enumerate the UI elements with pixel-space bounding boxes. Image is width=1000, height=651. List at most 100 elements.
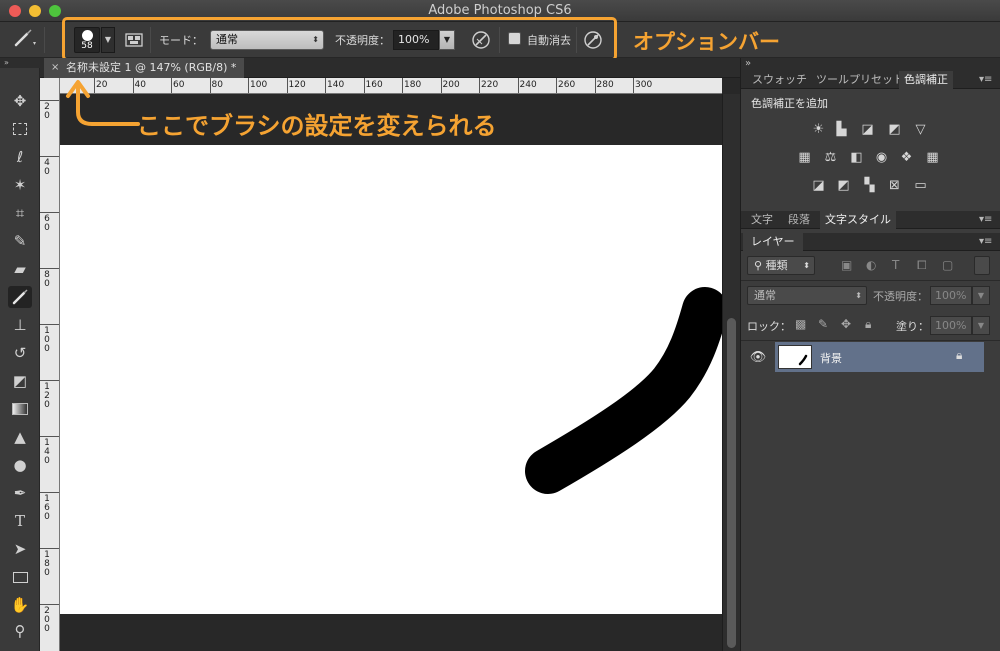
ruler-tick (40, 156, 59, 157)
lasso-tool-icon[interactable]: ℓ (8, 146, 32, 168)
invert-icon[interactable]: ◪ (810, 178, 827, 193)
selective-color-icon[interactable]: ⊠ (886, 178, 903, 193)
select-arrows-icon: ⬍ (803, 261, 810, 270)
fill-input[interactable]: 100% (930, 316, 972, 335)
document-tab[interactable]: × 名称未設定 1 @ 147% (RGB/8) * (44, 58, 245, 78)
scroll-thumb[interactable] (727, 318, 736, 648)
layers-list-empty (741, 373, 1000, 651)
channel-mixer-icon[interactable]: ❖ (898, 150, 915, 165)
ruler-tick-label: 120 (44, 382, 50, 410)
pen-tool-icon[interactable]: ✒ (8, 482, 32, 504)
tab-tool-presets[interactable]: ツールプリセット (811, 71, 909, 89)
exposure-icon[interactable]: ◩ (886, 122, 903, 137)
filter-adjustment-icon[interactable]: ◐ (866, 258, 876, 272)
collapse-panel-icon[interactable]: » (745, 58, 751, 69)
collapse-panel-icon[interactable]: » (0, 58, 40, 68)
ruler-tick-label: 100 (250, 80, 268, 90)
history-brush-tool-icon[interactable]: ↺ (8, 342, 32, 364)
filter-toggle[interactable] (974, 256, 990, 275)
tab-swatches[interactable]: スウォッチ (747, 71, 812, 89)
adjustments-panel-tabs: スウォッチ ツールプリセット 色調補正 ▾≡ (741, 71, 1000, 89)
dodge-tool-icon[interactable]: ● (8, 454, 32, 476)
blur-tool-icon[interactable]: ▲ (8, 426, 32, 448)
gradient-tool-icon[interactable] (8, 398, 32, 420)
brush-settings-annotation: ここでブラシの設定を変えられる (137, 112, 497, 140)
move-tool-icon[interactable]: ✥ (8, 90, 32, 112)
ruler-tick (40, 548, 59, 549)
layer-opacity-input[interactable]: 100% (930, 286, 972, 305)
tab-paragraph[interactable]: 段落 (783, 211, 815, 229)
posterize-icon[interactable]: ◩ (835, 178, 852, 193)
tab-character-styles[interactable]: 文字スタイル (820, 211, 896, 229)
color-lookup-icon[interactable]: ▦ (924, 150, 941, 165)
eraser-tool-icon[interactable]: ◩ (8, 370, 32, 392)
color-balance-icon[interactable]: ⚖ (822, 150, 839, 165)
zoom-tool-icon[interactable]: ⚲ (8, 620, 32, 642)
vibrance-icon[interactable]: ▽ (912, 122, 929, 137)
ruler-tick-label: 60 (44, 214, 50, 233)
search-icon: ⚲ (754, 259, 763, 272)
path-selection-tool-icon[interactable]: ➤ (8, 538, 32, 560)
tab-layers[interactable]: レイヤー (743, 233, 803, 251)
lock-image-icon[interactable]: ✎ (818, 317, 828, 331)
canvas[interactable] (60, 145, 722, 614)
adjustments-title: 色調補正を追加 (751, 97, 828, 110)
black-white-icon[interactable]: ◧ (848, 150, 865, 165)
layer-row[interactable]: 背景 🔒︎ (775, 342, 984, 372)
options-bar-highlight-box (62, 17, 617, 61)
ruler-tick (325, 78, 326, 93)
clone-stamp-tool-icon[interactable]: ⊥ (8, 314, 32, 336)
filter-type-icon[interactable]: T (892, 258, 899, 272)
brightness-contrast-icon[interactable]: ☀ (810, 122, 827, 137)
document-tab-title: 名称未設定 1 @ 147% (RGB/8) * (66, 61, 237, 74)
ruler-tick-label: 260 (558, 80, 576, 90)
marquee-tool-icon[interactable] (8, 118, 32, 140)
levels-icon[interactable]: ▙ (833, 122, 850, 137)
ruler-tick (556, 78, 557, 93)
eyedropper-tool-icon[interactable]: ✎ (8, 230, 32, 252)
filter-pixel-icon[interactable]: ▣ (841, 258, 852, 272)
ruler-tick-label: 140 (327, 80, 345, 90)
ruler-tick (40, 212, 59, 213)
brush-tool-icon[interactable] (8, 286, 32, 308)
ruler-tick-label: 200 (442, 80, 460, 90)
filter-smart-object-icon[interactable]: ▢ (942, 258, 953, 272)
visibility-eye-icon[interactable]: 👁︎ (743, 342, 773, 372)
tool-preset-picker[interactable] (6, 26, 40, 52)
threshold-icon[interactable]: ▚ (861, 178, 878, 193)
ruler-tick (363, 78, 365, 93)
panel-menu-icon[interactable]: ▾≡ (979, 74, 992, 85)
blend-mode-select[interactable]: 通常 ⬍ (747, 286, 867, 305)
panel-menu-icon[interactable]: ▾≡ (979, 214, 992, 225)
gradient-map-icon[interactable]: ▭ (912, 178, 929, 193)
ruler-tick-label: 160 (365, 80, 383, 90)
ruler-tick (594, 78, 596, 93)
lock-all-icon[interactable]: 🔒︎ (865, 317, 871, 332)
layer-filter-kind: 種類 (765, 259, 788, 272)
ruler-tick-label: 60 (173, 80, 185, 90)
fill-slider-button[interactable]: ▼ (972, 316, 990, 335)
select-arrows-icon: ⬍ (855, 291, 862, 300)
panel-menu-icon[interactable]: ▾≡ (979, 236, 992, 247)
healing-brush-tool-icon[interactable]: ▰ (8, 258, 32, 280)
hand-tool-icon[interactable]: ✋ (8, 594, 32, 616)
photo-filter-icon[interactable]: ◉ (873, 150, 890, 165)
layer-opacity-slider-button[interactable]: ▼ (972, 286, 990, 305)
tab-character[interactable]: 文字 (746, 211, 778, 229)
crop-tool-icon[interactable]: ⌗ (8, 202, 32, 224)
lock-position-icon[interactable]: ✥ (841, 317, 851, 331)
ruler-tick-label: 20 (44, 102, 50, 121)
magic-wand-tool-icon[interactable]: ✶ (8, 174, 32, 196)
lock-transparent-icon[interactable]: ▩ (795, 317, 806, 331)
tab-adjustments[interactable]: 色調補正 (899, 71, 953, 89)
hue-saturation-icon[interactable]: ▦ (796, 150, 813, 165)
ruler-tick (171, 78, 172, 93)
curves-icon[interactable]: ◪ (859, 122, 876, 137)
filter-shape-icon[interactable]: ⧠ (917, 258, 927, 273)
divider (741, 340, 1000, 341)
type-tool-icon[interactable]: T (8, 510, 32, 532)
close-tab-icon[interactable]: × (51, 58, 59, 78)
rectangle-tool-icon[interactable] (8, 566, 32, 588)
vertical-scrollbar[interactable] (722, 94, 740, 651)
layer-filter-select[interactable]: ⚲ 種類 ⬍ (747, 256, 815, 275)
